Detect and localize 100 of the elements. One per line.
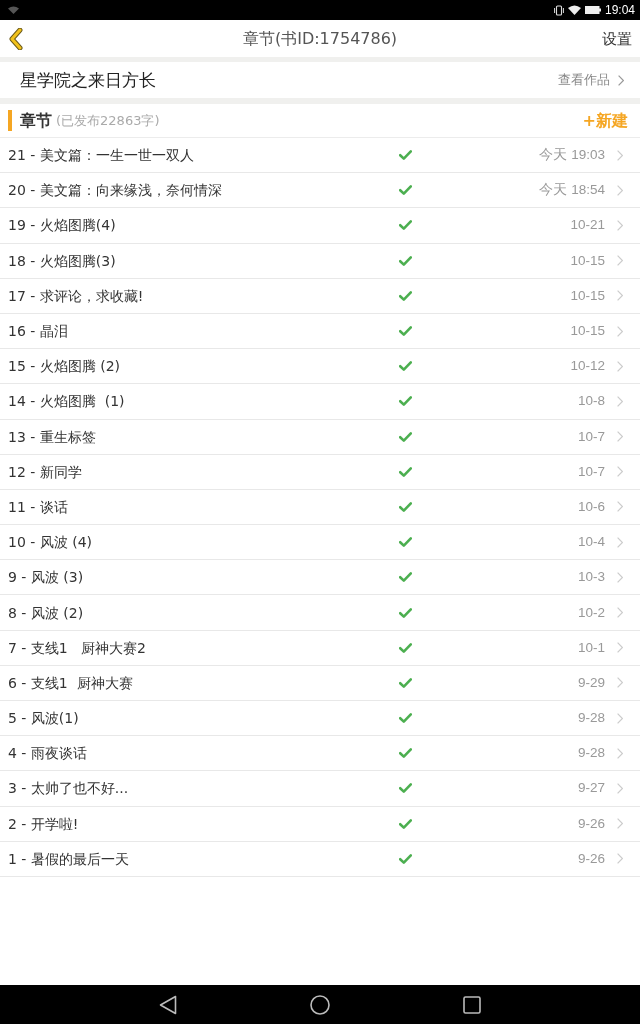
chapter-row[interactable]: 20 - 美文篇：向来缘浅，奈何情深 今天 18:54 (0, 173, 640, 209)
chapter-row[interactable]: 2 - 开学啦! 9-26 (0, 806, 640, 842)
chapter-title: 6 - 支线1 厨神大赛 (8, 673, 133, 692)
back-button[interactable] (8, 27, 24, 50)
section-title: 章节 (20, 110, 52, 131)
chapter-row[interactable]: 1 - 暑假的最后一天 9-26 (0, 841, 640, 877)
chapter-row[interactable]: 7 - 支线1 厨神大赛2 10-1 (0, 630, 640, 666)
chapter-row[interactable]: 5 - 风波(1) 9-28 (0, 701, 640, 737)
chevron-right-icon (617, 219, 623, 231)
chapter-title: 9 - 风波 (3) (8, 568, 84, 587)
chapter-date: 9-26 (577, 814, 605, 833)
chapter-date: 9-26 (577, 849, 605, 868)
chevron-right-icon (617, 149, 623, 161)
chevron-right-icon (617, 677, 623, 689)
accent-bar (8, 110, 12, 131)
chevron-right-icon (618, 74, 624, 86)
chevron-right-icon (617, 360, 623, 372)
chapter-date: 10-15 (570, 322, 605, 341)
chapter-date: 10-15 (570, 286, 605, 305)
view-works-link[interactable]: 查看作品 (558, 71, 624, 89)
chapter-date: 9-29 (577, 673, 605, 692)
chapter-title: 19 - 火焰图腾(4) (8, 216, 116, 235)
chapter-row[interactable]: 14 - 火焰图腾 (1) 10-8 (0, 384, 640, 420)
chapter-row[interactable]: 8 - 风波 (2) 10-2 (0, 595, 640, 631)
chapter-row[interactable]: 18 - 火焰图腾(3) 10-15 (0, 243, 640, 279)
chapter-row[interactable]: 10 - 风波 (4) 10-4 (0, 525, 640, 561)
chevron-right-icon (617, 325, 623, 337)
chevron-right-icon (617, 184, 623, 196)
chapter-row[interactable]: 9 - 风波 (3) 10-3 (0, 560, 640, 596)
chevron-right-icon (617, 642, 623, 654)
chapter-row[interactable]: 15 - 火焰图腾 (2) 10-12 (0, 349, 640, 385)
wifi-icon (567, 5, 581, 15)
chapter-date: 10-7 (577, 462, 605, 481)
chapter-date: 今天 18:54 (539, 181, 605, 200)
chapter-title: 8 - 风波 (2) (8, 603, 84, 622)
vibrate-icon (553, 4, 564, 16)
chevron-right-icon (617, 607, 623, 619)
chapter-title: 18 - 火焰图腾(3) (8, 251, 116, 270)
word-count: (已发布22863字) (56, 111, 160, 130)
page-title: 章节(书ID:1754786) (242, 28, 398, 49)
chapter-title: 10 - 风波 (4) (8, 533, 93, 552)
chapter-date: 9-27 (577, 779, 605, 798)
settings-button[interactable]: 设置 (602, 28, 632, 49)
chapter-row[interactable]: 13 - 重生标签 10-7 (0, 419, 640, 455)
home-nav-button[interactable] (310, 994, 330, 1015)
chapter-row[interactable]: 19 - 火焰图腾(4) 10-21 (0, 208, 640, 244)
chapter-title: 17 - 求评论，求收藏! (8, 286, 144, 305)
chapter-date: 10-2 (577, 603, 605, 622)
chapter-date: 10-3 (577, 568, 605, 587)
chapter-row[interactable]: 16 - 晶泪 10-15 (0, 313, 640, 350)
chapter-date: 10-1 (577, 638, 605, 657)
chapter-title: 14 - 火焰图腾 (1) (8, 392, 125, 411)
chevron-right-icon (617, 466, 623, 478)
chapter-row[interactable]: 3 - 太帅了也不好... 9-27 (0, 771, 640, 807)
chevron-right-icon (617, 782, 623, 794)
chapter-row[interactable]: 17 - 求评论，求收藏! 10-15 (0, 278, 640, 314)
chapter-row[interactable]: 6 - 支线1 厨神大赛 9-29 (0, 665, 640, 701)
chapter-row[interactable]: 12 - 新同学 10-7 (0, 454, 640, 490)
wifi-icon (8, 6, 19, 14)
chevron-right-icon (617, 501, 623, 513)
chapter-title: 21 - 美文篇：一生一世一双人 (8, 146, 194, 165)
chapter-date: 9-28 (577, 744, 605, 763)
chapter-date: 10-21 (570, 216, 605, 235)
chapter-title: 20 - 美文篇：向来缘浅，奈何情深 (8, 181, 222, 200)
chapter-title: 15 - 火焰图腾 (2) (8, 357, 121, 376)
chapter-title: 7 - 支线1 厨神大赛2 (8, 638, 147, 657)
chevron-right-icon (617, 712, 623, 724)
chevron-right-icon (617, 747, 623, 759)
back-nav-button[interactable] (159, 994, 177, 1015)
chapter-title: 2 - 开学啦! (8, 814, 79, 833)
chapter-date: 10-15 (570, 251, 605, 270)
chapter-date: 9-28 (577, 709, 605, 728)
chapter-title: 3 - 太帅了也不好... (8, 779, 129, 798)
chapter-date: 10-8 (577, 392, 605, 411)
status-time: 19:04 (604, 3, 635, 17)
chapter-title: 4 - 雨夜谈话 (8, 744, 87, 763)
chapter-date: 10-12 (570, 357, 605, 376)
chapter-title: 1 - 暑假的最后一天 (8, 849, 129, 868)
chapter-row[interactable]: 21 - 美文篇：一生一世一双人 今天 19:03 (0, 138, 640, 174)
chapter-title: 5 - 风波(1) (8, 709, 79, 728)
chevron-right-icon (617, 255, 623, 267)
chapter-date: 10-6 (577, 497, 605, 516)
chapter-title: 12 - 新同学 (8, 462, 82, 481)
chapter-date: 今天 19:03 (539, 146, 605, 165)
chevron-right-icon (617, 536, 623, 548)
chapter-title: 11 - 谈话 (8, 497, 68, 516)
chapter-title: 13 - 重生标签 (8, 427, 96, 446)
chapter-date: 10-4 (577, 533, 605, 552)
chevron-right-icon (617, 395, 623, 407)
recents-nav-button[interactable] (463, 995, 481, 1014)
chapter-row[interactable]: 11 - 谈话 10-6 (0, 489, 640, 526)
chapter-row[interactable]: 4 - 雨夜谈话 9-28 (0, 736, 640, 772)
chapter-title: 16 - 晶泪 (8, 322, 68, 341)
chevron-right-icon (617, 431, 623, 443)
chevron-right-icon (617, 818, 623, 830)
book-title: 星学院之来日方长 (20, 69, 156, 91)
chapter-date: 10-7 (577, 427, 605, 446)
battery-icon (584, 6, 601, 14)
chevron-right-icon (617, 290, 623, 302)
chevron-right-icon (617, 571, 623, 583)
